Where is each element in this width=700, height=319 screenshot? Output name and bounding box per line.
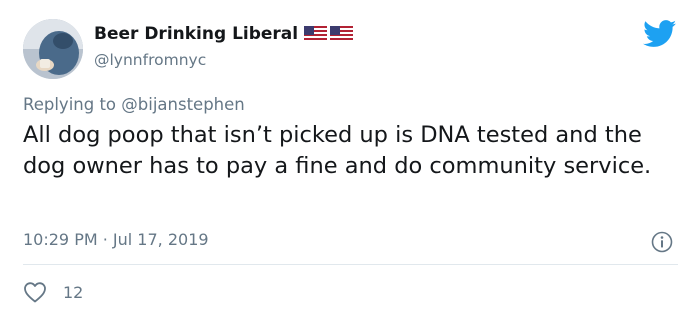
- us-flag-icon: [304, 26, 328, 42]
- flag-emojis: [304, 26, 354, 42]
- author-name-row: Beer Drinking Liberal: [94, 24, 354, 44]
- us-flag-icon: [330, 26, 354, 42]
- like-count: 12: [63, 282, 84, 302]
- replying-to-line: Replying to @bijanstephen: [23, 95, 245, 114]
- twitter-bird-icon[interactable]: [643, 20, 677, 48]
- like-action[interactable]: 12: [23, 281, 83, 303]
- tweet-timestamp[interactable]: 10:29 PM · Jul 17, 2019: [23, 230, 209, 249]
- info-icon[interactable]: [651, 231, 673, 253]
- replying-to-label: Replying to: [23, 95, 122, 114]
- tweet-text: All dog poop that isn’t picked up is DNA…: [23, 122, 652, 179]
- author-handle[interactable]: @lynnfromnyc: [94, 51, 206, 69]
- display-name[interactable]: Beer Drinking Liberal: [94, 24, 298, 44]
- divider: [23, 264, 678, 265]
- reply-mention-link[interactable]: @bijanstephen: [121, 95, 244, 114]
- heart-icon[interactable]: [23, 281, 47, 303]
- tweet-card: Beer Drinking Liberal @lynnfromnyc Reply…: [0, 0, 700, 319]
- avatar[interactable]: [23, 19, 83, 79]
